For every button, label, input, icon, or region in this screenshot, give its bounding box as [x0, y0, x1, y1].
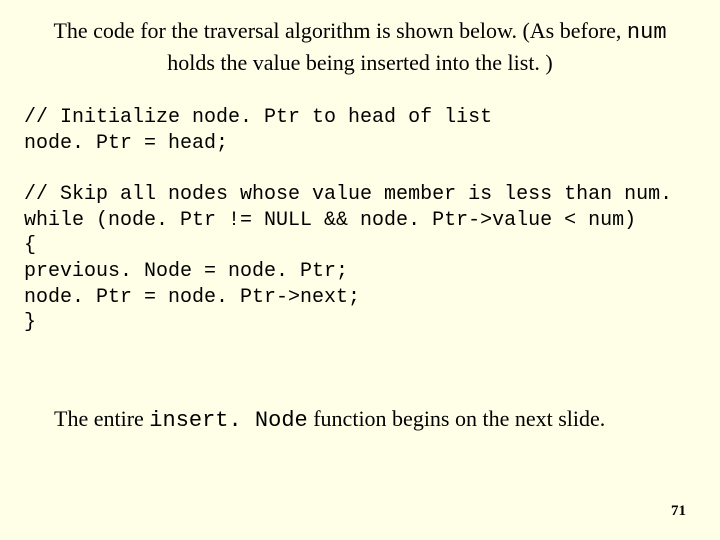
code-line-4: // Skip all nodes whose value member is …: [24, 183, 672, 206]
page-number: 71: [671, 503, 686, 520]
code-line-9: }: [24, 311, 36, 334]
closing-paragraph: The entire insert. Node function begins …: [24, 406, 696, 433]
slide: The code for the traversal algorithm is …: [0, 0, 720, 540]
code-line-6: {: [24, 234, 36, 257]
code-line-8: node. Ptr = node. Ptr->next;: [24, 286, 360, 309]
closing-mono-insertnode: insert. Node: [149, 408, 307, 433]
intro-mono-num: num: [627, 20, 667, 45]
code-line-5: while (node. Ptr != NULL && node. Ptr->v…: [24, 209, 636, 232]
code-line-2: node. Ptr = head;: [24, 132, 228, 155]
intro-paragraph: The code for the traversal algorithm is …: [24, 16, 696, 77]
code-line-1: // Initialize node. Ptr to head of list: [24, 106, 492, 129]
closing-text-2: function begins on the next slide.: [308, 406, 606, 431]
closing-text-1: The entire: [54, 406, 149, 431]
code-line-7: previous. Node = node. Ptr;: [24, 260, 348, 283]
code-block: // Initialize node. Ptr to head of list …: [24, 105, 696, 335]
intro-text-1: The code for the traversal algorithm is …: [53, 18, 626, 43]
intro-text-2: holds the value being inserted into the …: [167, 50, 553, 75]
